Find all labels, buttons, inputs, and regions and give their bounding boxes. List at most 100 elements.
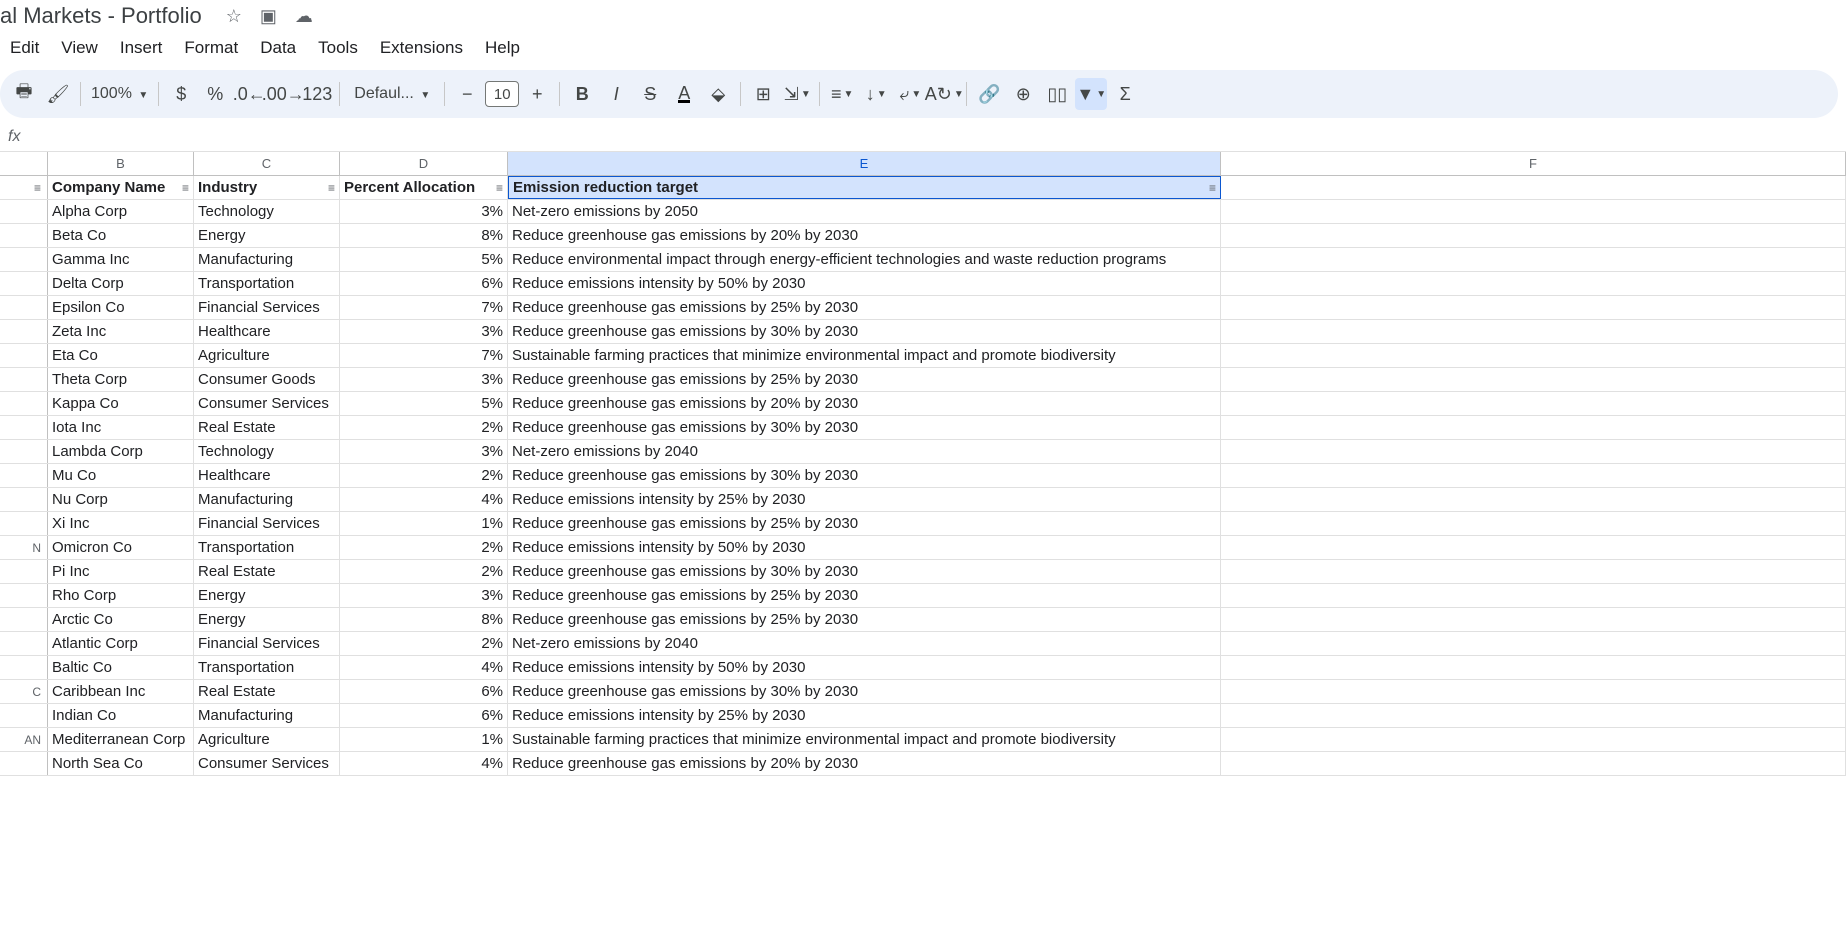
cell[interactable]: 8% <box>340 608 508 631</box>
cell[interactable]: Reduce greenhouse gas emissions by 20% b… <box>508 224 1221 247</box>
cell[interactable]: Manufacturing <box>194 248 340 271</box>
header-industry[interactable]: Industry≡ <box>194 176 340 199</box>
cell[interactable]: 2% <box>340 416 508 439</box>
cell[interactable]: Reduce greenhouse gas emissions by 25% b… <box>508 368 1221 391</box>
cell[interactable]: Financial Services <box>194 512 340 535</box>
header-empty[interactable] <box>1221 176 1846 199</box>
cell[interactable]: Energy <box>194 584 340 607</box>
cell[interactable]: Reduce greenhouse gas emissions by 25% b… <box>508 296 1221 319</box>
cell[interactable]: 5% <box>340 392 508 415</box>
cell[interactable]: Reduce greenhouse gas emissions by 25% b… <box>508 584 1221 607</box>
paint-format-icon[interactable]: 🖌 <box>42 78 74 110</box>
cell[interactable]: Manufacturing <box>194 704 340 727</box>
menu-view[interactable]: View <box>51 34 108 62</box>
row-number[interactable] <box>0 584 48 607</box>
increase-font-icon[interactable]: + <box>521 78 553 110</box>
cell[interactable]: 3% <box>340 584 508 607</box>
cell[interactable]: Iota Inc <box>48 416 194 439</box>
cell[interactable]: Net-zero emissions by 2040 <box>508 632 1221 655</box>
cell[interactable]: Reduce greenhouse gas emissions by 30% b… <box>508 464 1221 487</box>
cell[interactable]: Financial Services <box>194 632 340 655</box>
cell[interactable] <box>1221 248 1846 271</box>
row-number[interactable] <box>0 368 48 391</box>
row-number[interactable]: ≡ <box>0 176 48 199</box>
row-number[interactable] <box>0 224 48 247</box>
row-number[interactable] <box>0 320 48 343</box>
cell[interactable] <box>1221 536 1846 559</box>
cell[interactable] <box>1221 392 1846 415</box>
cell[interactable]: Reduce greenhouse gas emissions by 30% b… <box>508 560 1221 583</box>
row-number[interactable] <box>0 560 48 583</box>
insert-comment-icon[interactable]: ⊕ <box>1007 78 1039 110</box>
cell[interactable]: 2% <box>340 560 508 583</box>
cell[interactable]: Healthcare <box>194 464 340 487</box>
cell[interactable]: Healthcare <box>194 320 340 343</box>
cell[interactable] <box>1221 512 1846 535</box>
spreadsheet-grid[interactable]: B C D E F ≡ Company Name≡ Industry≡ Perc… <box>0 152 1846 776</box>
select-all-corner[interactable] <box>0 152 48 175</box>
cell[interactable]: Agriculture <box>194 344 340 367</box>
increase-decimal-icon[interactable]: .00→ <box>267 78 299 110</box>
cell[interactable] <box>1221 560 1846 583</box>
bold-icon[interactable]: B <box>566 78 598 110</box>
header-company-name[interactable]: Company Name≡ <box>48 176 194 199</box>
cell[interactable]: 7% <box>340 344 508 367</box>
cell[interactable]: Technology <box>194 440 340 463</box>
cell[interactable]: Agriculture <box>194 728 340 751</box>
row-number[interactable]: N <box>0 536 48 559</box>
row-number[interactable] <box>0 632 48 655</box>
column-header-e[interactable]: E <box>508 152 1221 175</box>
vertical-align-icon[interactable]: ↓ ▼ <box>860 78 892 110</box>
filter-dropdown-icon[interactable]: ≡ <box>496 181 503 195</box>
cell[interactable]: Mu Co <box>48 464 194 487</box>
cell[interactable]: Lambda Corp <box>48 440 194 463</box>
menu-data[interactable]: Data <box>250 34 306 62</box>
cell[interactable] <box>1221 224 1846 247</box>
cell[interactable]: Reduce greenhouse gas emissions by 30% b… <box>508 680 1221 703</box>
cell[interactable]: Mediterranean Corp <box>48 728 194 751</box>
filter-dropdown-icon[interactable]: ≡ <box>34 181 41 195</box>
cell[interactable] <box>1221 272 1846 295</box>
cell[interactable] <box>1221 440 1846 463</box>
text-wrap-icon[interactable]: ⤶ ▼ <box>894 78 926 110</box>
decrease-font-icon[interactable]: − <box>451 78 483 110</box>
cell[interactable]: Gamma Inc <box>48 248 194 271</box>
cell[interactable]: Manufacturing <box>194 488 340 511</box>
insert-chart-icon[interactable]: ▯▯ <box>1041 78 1073 110</box>
number-format-icon[interactable]: 123 <box>301 78 333 110</box>
cell[interactable]: 1% <box>340 512 508 535</box>
cell[interactable]: Theta Corp <box>48 368 194 391</box>
cell[interactable]: Reduce greenhouse gas emissions by 25% b… <box>508 608 1221 631</box>
cell[interactable]: Reduce emissions intensity by 25% by 203… <box>508 704 1221 727</box>
cell[interactable]: 7% <box>340 296 508 319</box>
cell[interactable]: Net-zero emissions by 2050 <box>508 200 1221 223</box>
row-number[interactable] <box>0 488 48 511</box>
cell[interactable]: 3% <box>340 440 508 463</box>
cell[interactable]: Consumer Services <box>194 392 340 415</box>
font-family-dropdown[interactable]: Defaul... ▼ <box>346 85 438 103</box>
decrease-decimal-icon[interactable]: .0← <box>233 78 265 110</box>
print-icon[interactable]: 🖶 <box>8 78 40 110</box>
cell[interactable]: Reduce environmental impact through ener… <box>508 248 1221 271</box>
cell[interactable] <box>1221 632 1846 655</box>
cell[interactable]: Zeta Inc <box>48 320 194 343</box>
cell[interactable] <box>1221 608 1846 631</box>
menu-extensions[interactable]: Extensions <box>370 34 473 62</box>
cell[interactable] <box>1221 344 1846 367</box>
cell[interactable]: Reduce greenhouse gas emissions by 30% b… <box>508 416 1221 439</box>
menu-help[interactable]: Help <box>475 34 530 62</box>
text-color-icon[interactable]: A <box>668 78 700 110</box>
cell[interactable]: Net-zero emissions by 2040 <box>508 440 1221 463</box>
row-number[interactable]: AN <box>0 728 48 751</box>
row-number[interactable] <box>0 296 48 319</box>
cell[interactable]: Transportation <box>194 656 340 679</box>
row-number[interactable] <box>0 344 48 367</box>
insert-link-icon[interactable]: 🔗 <box>973 78 1005 110</box>
cell[interactable] <box>1221 680 1846 703</box>
horizontal-align-icon[interactable]: ≡ ▼ <box>826 78 858 110</box>
merge-cells-icon[interactable]: ⇲ ▼ <box>781 78 813 110</box>
cell[interactable]: 4% <box>340 752 508 775</box>
cell[interactable]: Real Estate <box>194 560 340 583</box>
menu-tools[interactable]: Tools <box>308 34 368 62</box>
cell[interactable]: Nu Corp <box>48 488 194 511</box>
